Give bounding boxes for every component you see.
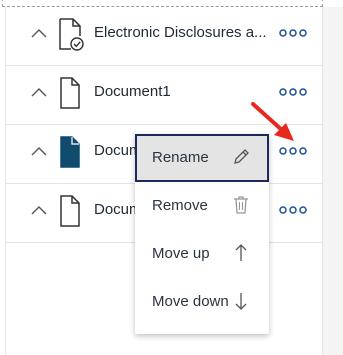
drop-zone-border (2, 0, 323, 7)
menu-item-move-down[interactable]: Move down (135, 278, 269, 326)
chevron-up-icon[interactable] (31, 144, 47, 160)
document-filled-icon (60, 136, 80, 168)
menu-item-label: Remove (152, 197, 208, 214)
more-options-icon[interactable] (279, 204, 307, 216)
right-gutter (322, 7, 343, 355)
trash-icon (234, 196, 248, 214)
menu-item-label: Move up (152, 245, 210, 262)
context-menu: Rename Remove Move up Move down (135, 134, 269, 334)
more-options-icon[interactable] (279, 27, 307, 39)
more-options-icon[interactable] (279, 86, 307, 98)
menu-item-rename[interactable]: Rename (135, 134, 269, 182)
arrow-up-icon (235, 244, 247, 261)
menu-item-move-up[interactable]: Move up (135, 230, 269, 278)
document-name: Electronic Disclosures a... (94, 24, 267, 41)
more-options-icon[interactable] (279, 145, 307, 157)
document-outline-icon (60, 77, 80, 109)
arrow-down-icon (235, 293, 247, 310)
document-row[interactable]: Electronic Disclosures a... (6, 7, 322, 66)
chevron-up-icon[interactable] (31, 26, 47, 42)
menu-item-label: Rename (152, 149, 209, 166)
document-check-icon (59, 18, 84, 51)
menu-item-label: Move down (152, 293, 229, 310)
chevron-up-icon[interactable] (31, 203, 47, 219)
chevron-up-icon[interactable] (31, 85, 47, 101)
pencil-icon (234, 149, 249, 164)
menu-item-remove[interactable]: Remove (135, 182, 269, 230)
document-outline-icon (60, 195, 80, 227)
document-name: Document1 (94, 83, 171, 100)
